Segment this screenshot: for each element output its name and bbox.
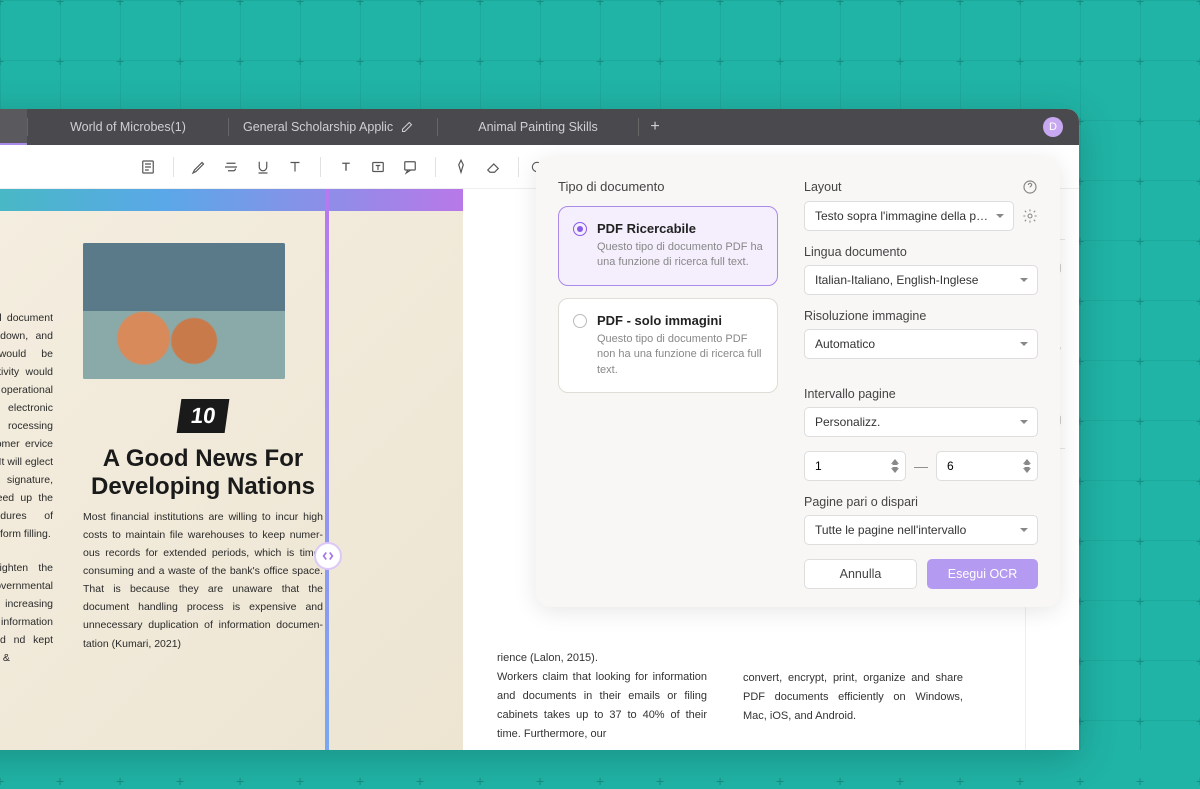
page-range-label: Intervallo pagine — [804, 387, 896, 401]
tab-4[interactable]: Animal Painting Skills — [438, 109, 638, 145]
language-label: Lingua documento — [804, 245, 907, 259]
cancel-button[interactable]: Annulla — [804, 559, 917, 589]
run-ocr-button[interactable]: Esegui OCR — [927, 559, 1038, 589]
page-to-input[interactable]: 6 — [936, 451, 1038, 481]
text-icon[interactable] — [280, 152, 310, 182]
app-window: inking whitepapar World of Microbes(1) G… — [0, 109, 1079, 750]
textbox-icon[interactable] — [363, 152, 393, 182]
page-divider — [325, 189, 329, 750]
resolution-label: Risoluzione immagine — [804, 309, 926, 323]
tab-1[interactable]: inking whitepapar — [0, 109, 27, 145]
ocr-panel: Tipo di documento PDF Ricercabile Questo… — [536, 157, 1060, 607]
article-image — [83, 243, 285, 379]
page-from-input[interactable]: 1 — [804, 451, 906, 481]
option-desc: Questo tipo di documento PDF ha una funz… — [597, 240, 763, 271]
body-text: convert, encrypt, print, organize and sh… — [743, 669, 963, 726]
text-tool-icon[interactable] — [331, 152, 361, 182]
pencil-icon — [401, 121, 413, 133]
option-image-only-pdf[interactable]: PDF - solo immagini Questo tipo di docum… — [558, 298, 778, 393]
body-text: a result, the bank's conventional docume… — [0, 309, 53, 544]
eraser-icon[interactable] — [478, 152, 508, 182]
body-text: aperless financial data will lighten the… — [0, 559, 53, 667]
highlighter-icon[interactable] — [184, 152, 214, 182]
layout-label: Layout — [804, 180, 842, 194]
gear-icon[interactable] — [1022, 208, 1038, 224]
note-icon[interactable] — [133, 152, 163, 182]
option-title: PDF - solo immagini — [597, 313, 763, 328]
help-icon[interactable] — [1022, 179, 1038, 195]
pdf-banner: PDF — [0, 189, 463, 211]
doc-type-label: Tipo di documento — [558, 179, 778, 194]
range-separator: — — [914, 458, 928, 474]
tab-2[interactable]: World of Microbes(1) — [28, 109, 228, 145]
layout-select[interactable]: Testo sopra l'immagine della p… — [804, 201, 1014, 231]
strikethrough-icon[interactable] — [216, 152, 246, 182]
parity-label: Pagine pari o dispari — [804, 495, 918, 509]
tab-label: World of Microbes(1) — [70, 120, 186, 134]
tab-3[interactable]: General Scholarship Applic — [229, 109, 437, 145]
section-title-9: fficiency — [0, 271, 53, 299]
tab-label: Animal Painting Skills — [478, 120, 598, 134]
body-text: Most financial institutions are willing … — [83, 508, 323, 652]
user-avatar[interactable]: D — [1043, 117, 1063, 137]
tab-label: General Scholarship Applic — [243, 120, 393, 134]
pen-icon[interactable] — [446, 152, 476, 182]
body-text: rience (Lalon, 2015). Workers claim that… — [497, 649, 707, 744]
option-title: PDF Ricercabile — [597, 221, 763, 236]
radio-icon — [573, 222, 587, 236]
option-desc: Questo tipo di documento PDF non ha una … — [597, 332, 763, 378]
radio-icon — [573, 314, 587, 328]
option-searchable-pdf[interactable]: PDF Ricercabile Questo tipo di documento… — [558, 206, 778, 286]
page-range-select[interactable]: Personalizz. — [804, 407, 1038, 437]
section-title-10: A Good News For Developing Nations — [83, 445, 323, 500]
document-page-left: PDF 09 fficiency a result, the bank's co… — [0, 189, 463, 750]
callout-icon[interactable] — [395, 152, 425, 182]
tab-bar: inking whitepapar World of Microbes(1) G… — [0, 109, 1079, 145]
language-select[interactable]: Italian-Italiano, English-Inglese — [804, 265, 1038, 295]
parity-select[interactable]: Tutte le pagine nell'intervallo — [804, 515, 1038, 545]
underline-icon[interactable] — [248, 152, 278, 182]
add-tab-button[interactable]: + — [639, 109, 671, 145]
section-badge-10: 10 — [176, 399, 229, 433]
page-nav-button[interactable] — [314, 542, 342, 570]
resolution-select[interactable]: Automatico — [804, 329, 1038, 359]
